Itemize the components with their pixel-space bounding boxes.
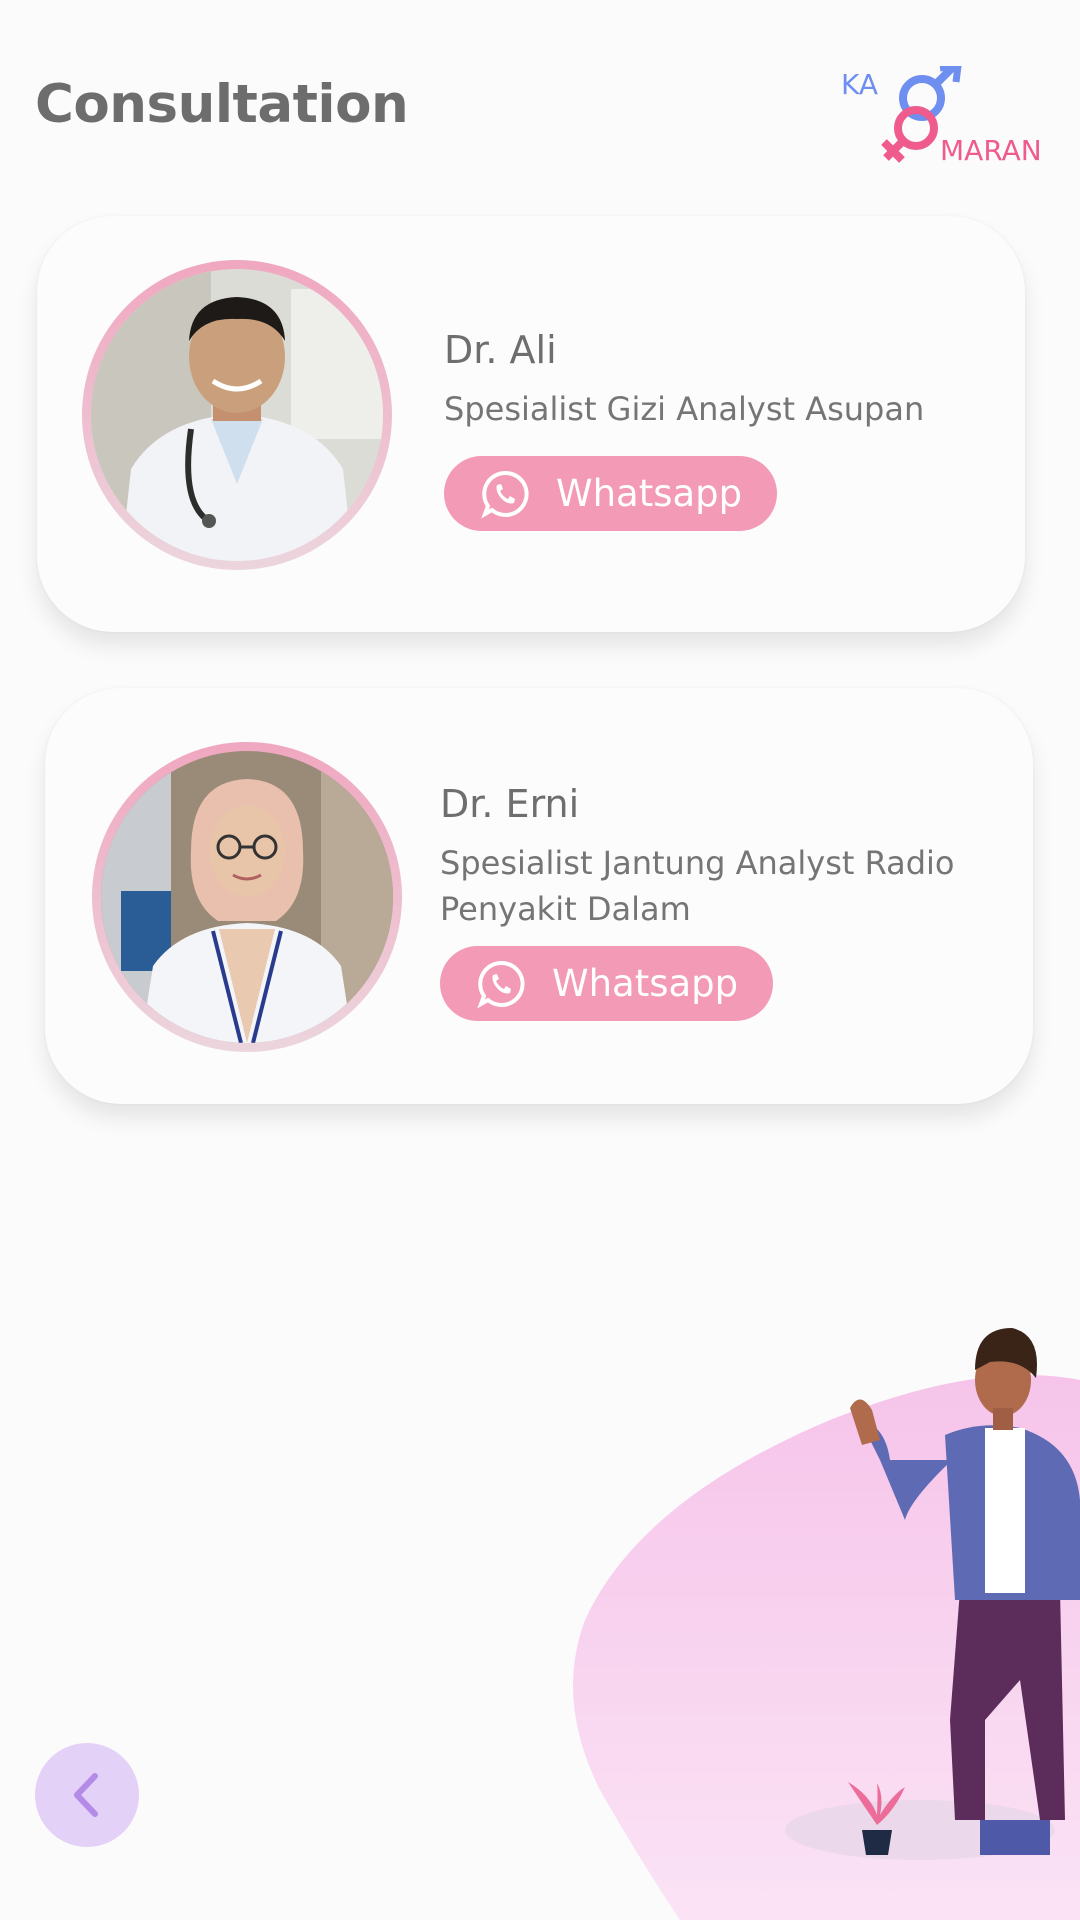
page-title: Consultation [35,74,409,135]
doctor-specialty: Spesialist Jantung Analyst Radio Penyaki… [440,844,955,928]
app-logo: KA MARAN [838,66,1060,172]
doctor-card-ali: Dr. Ali Spesialist Gizi Analyst Asupan W… [37,216,1025,632]
logo-bottom-text: MARAN [940,134,1042,167]
doctor-photo [91,269,383,561]
whatsapp-button[interactable]: Whatsapp [440,946,773,1021]
doctor-avatar [82,260,392,570]
back-button[interactable] [35,1743,139,1847]
doctor-specialty: Spesialist Gizi Analyst Asupan [444,390,925,428]
doctor-card-erni: Dr. Erni Spesialist Jantung Analyst Radi… [45,688,1033,1104]
whatsapp-button-label: Whatsapp [552,962,739,1005]
whatsapp-button-label: Whatsapp [556,472,743,515]
doctor-name: Dr. Ali [444,328,557,372]
doctor-name: Dr. Erni [440,782,580,826]
whatsapp-icon [476,959,526,1009]
doctor-photo [101,751,393,1043]
chevron-left-icon [74,1773,98,1817]
man-waving-illustration [573,1328,1080,1920]
doctor-avatar [92,742,402,1052]
whatsapp-icon [480,469,530,519]
whatsapp-button[interactable]: Whatsapp [444,456,777,531]
